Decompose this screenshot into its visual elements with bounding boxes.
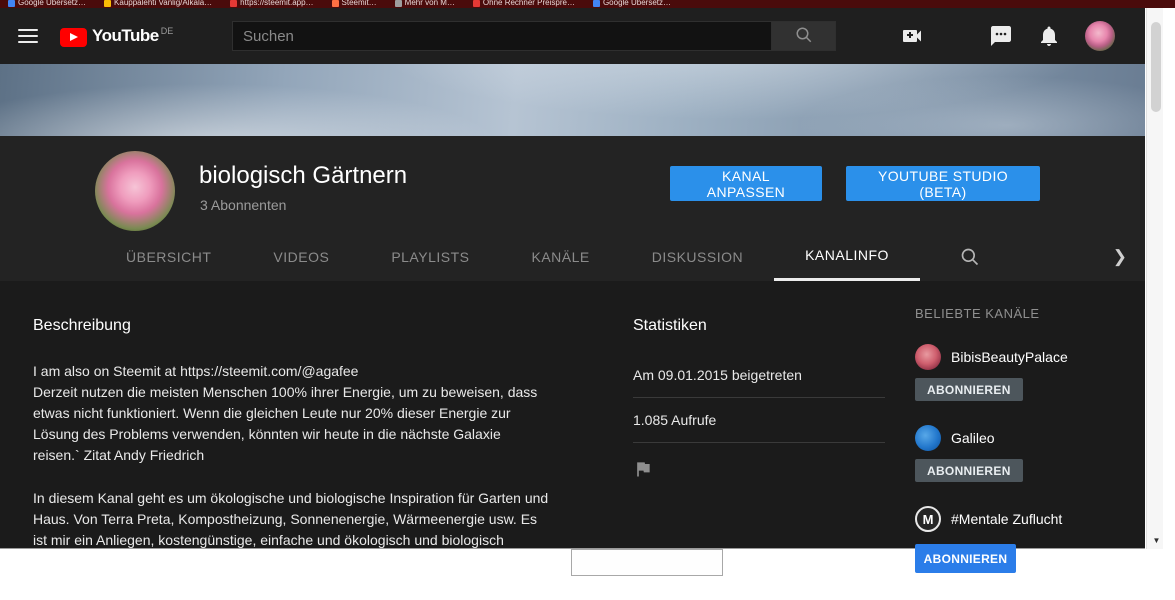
bookmark-favicon <box>394 0 402 7</box>
search-button[interactable] <box>772 21 836 51</box>
tab-uebersicht[interactable]: ÜBERSICHT <box>95 232 242 281</box>
browser-bookmarks-bar: Google Übersetz… Kauppalehti Vanlig/Alka… <box>0 0 1175 8</box>
stats-section: Statistiken Am 09.01.2015 beigetreten 1.… <box>633 317 885 484</box>
bookmark-item[interactable]: Steemit… <box>331 0 377 7</box>
featured-channel-item: Galileo ABONNIEREN <box>915 425 1145 482</box>
apps-grid-icon[interactable] <box>948 28 965 45</box>
youtube-masthead: YouTube DE <box>0 8 1145 64</box>
stats-title: Statistiken <box>633 317 707 334</box>
subscribe-button[interactable]: ABONNIEREN <box>915 544 1016 573</box>
scrollbar-area <box>1145 8 1175 600</box>
featured-channel-link[interactable]: Galileo <box>915 425 1145 451</box>
featured-channel-name: Galileo <box>951 430 995 446</box>
tabs-overflow-chevron-icon[interactable] <box>1113 232 1127 281</box>
subscribe-button[interactable]: ABONNIEREN <box>915 459 1023 482</box>
bookmark-label: Ohne Rechner Preispre… <box>482 0 575 7</box>
featured-channel-link[interactable]: M #Mentale Zuflucht <box>915 506 1145 532</box>
joined-date: Am 09.01.2015 beigetreten <box>633 335 885 398</box>
youtube-wordmark: YouTube <box>92 25 159 45</box>
upload-video-icon[interactable] <box>900 24 924 48</box>
tab-videos[interactable]: VIDEOS <box>242 232 360 281</box>
featured-channel-item: BibisBeautyPalace ABONNIEREN <box>915 344 1145 401</box>
about-content: Beschreibung I am also on Steemit at htt… <box>0 281 1145 548</box>
view-count: 1.085 Aufrufe <box>633 398 885 443</box>
tab-diskussion[interactable]: DISKUSSION <box>621 232 774 281</box>
description-section: Beschreibung I am also on Steemit at htt… <box>33 317 549 548</box>
scroll-down-arrow-icon[interactable] <box>1148 532 1165 549</box>
bookmark-item[interactable]: Kauppalehti Vanlig/Alkala… <box>104 0 212 7</box>
bookmark-label: Kauppalehti Vanlig/Alkala… <box>114 0 213 7</box>
youtube-play-icon <box>60 27 87 47</box>
bookmark-label: Google Übersetz… <box>18 0 87 7</box>
scrollbar-track[interactable] <box>1146 8 1163 549</box>
featured-channels-section: BELIEBTE KANÄLE BibisBeautyPalace ABONNI… <box>915 306 1145 532</box>
bookmark-label: Mehr von M… <box>404 0 455 7</box>
bookmark-favicon <box>8 0 15 7</box>
featured-channel-name: BibisBeautyPalace <box>951 349 1068 365</box>
page-viewport: YouTube DE Suchen biologisch Gärtnern 3 … <box>0 8 1145 549</box>
youtube-studio-button[interactable]: YOUTUBE STUDIO (BETA) <box>846 166 1040 201</box>
notifications-bell-icon[interactable] <box>1037 24 1061 48</box>
description-paragraph: In diesem Kanal geht es um ökologische u… <box>33 490 549 548</box>
subscribe-button[interactable]: ABONNIEREN <box>915 378 1023 401</box>
bookmark-item[interactable]: Google Übersetz… <box>592 0 671 7</box>
bookmark-favicon <box>230 0 238 7</box>
bookmark-favicon <box>104 0 112 7</box>
bookmark-favicon <box>331 0 339 7</box>
bookmark-favicon <box>592 0 600 7</box>
search-area <box>232 21 836 51</box>
featured-channel-name: #Mentale Zuflucht <box>951 511 1063 527</box>
bookmark-item[interactable]: Mehr von M… <box>394 0 455 7</box>
channel-tabs: ÜBERSICHT VIDEOS PLAYLISTS KANÄLE DISKUS… <box>0 232 1145 281</box>
report-flag-icon[interactable] <box>633 459 653 482</box>
description-text: I am also on Steemit at https://steemit.… <box>33 361 549 548</box>
bookmark-item[interactable]: https://steemit.app… <box>230 0 314 7</box>
featured-channel-item: M #Mentale Zuflucht <box>915 506 1145 532</box>
channel-avatar[interactable]: M <box>915 506 941 532</box>
tab-playlists[interactable]: PLAYLISTS <box>360 232 500 281</box>
channel-search-icon[interactable] <box>960 232 980 281</box>
menu-icon[interactable] <box>18 29 38 43</box>
search-input[interactable] <box>232 21 772 51</box>
featured-channels-title: BELIEBTE KANÄLE <box>915 306 1040 321</box>
tab-kanaele[interactable]: KANÄLE <box>500 232 620 281</box>
youtube-logo[interactable]: YouTube DE <box>60 26 173 47</box>
region-label: DE <box>160 25 174 36</box>
bookmark-label: Steemit… <box>341 0 377 7</box>
featured-channels-list: BibisBeautyPalace ABONNIEREN Galileo ABO… <box>915 344 1145 532</box>
channel-banner <box>0 64 1145 136</box>
bookmark-favicon <box>472 0 480 7</box>
description-title: Beschreibung <box>33 317 131 334</box>
masthead-actions <box>900 8 1115 64</box>
tab-kanalinfo[interactable]: KANALINFO <box>774 232 920 281</box>
bookmark-label: https://steemit.app… <box>240 0 314 7</box>
browser-ui-fragment <box>571 549 723 576</box>
messages-icon[interactable] <box>989 24 1013 48</box>
customize-channel-button[interactable]: KANAL ANPASSEN <box>670 166 822 201</box>
channel-name: biologisch Gärtnern <box>199 162 408 189</box>
bookmark-item[interactable]: Google Übersetz… <box>8 0 86 7</box>
account-avatar[interactable] <box>1085 21 1115 51</box>
channel-avatar[interactable] <box>915 344 941 370</box>
channel-avatar[interactable] <box>915 425 941 451</box>
channel-header: biologisch Gärtnern 3 Abonnenten KANAL A… <box>0 136 1145 232</box>
featured-channel-link[interactable]: BibisBeautyPalace <box>915 344 1145 370</box>
scrollbar-thumb[interactable] <box>1151 22 1161 112</box>
subscriber-count: 3 Abonnenten <box>200 197 287 213</box>
bookmark-item[interactable]: Ohne Rechner Preispre… <box>472 0 575 7</box>
bookmark-label: Google Übersetz… <box>602 0 671 7</box>
screen: Google Übersetz… Kauppalehti Vanlig/Alka… <box>0 0 1175 600</box>
search-icon <box>795 26 813 47</box>
description-paragraph: I am also on Steemit at https://steemit.… <box>33 363 538 463</box>
channel-avatar <box>95 151 175 231</box>
